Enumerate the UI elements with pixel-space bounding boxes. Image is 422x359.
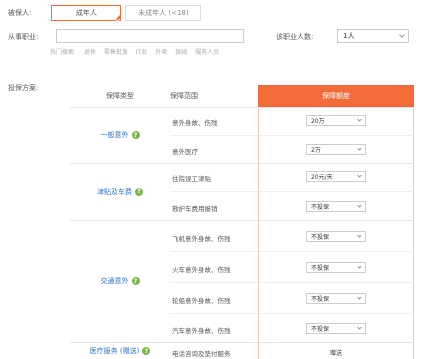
plan-label: 投保方案: [8,84,39,92]
amount-select[interactable]: 不投保 [306,201,366,212]
chevron-down-icon [357,325,362,330]
hot-search: 热门搜索: 退休 零售批发 IT业 外卖 保姆 服务人员 [50,47,225,56]
amount-select[interactable]: 2万 [306,144,366,155]
amount-value: 不投保 [311,326,330,333]
amount-select[interactable]: 20万 [306,115,366,126]
divider [170,251,414,252]
amount-value: 不投保 [311,265,330,272]
hot-item[interactable]: 退休 [84,49,96,56]
chevron-down-icon [357,117,362,122]
scope-item: 火车意外身故、伤残 [172,266,231,274]
insured-label: 被保人: [8,9,32,17]
amount-value: 不投保 [311,296,330,303]
header-amount: 保障额度 [258,85,414,107]
divider [170,191,414,192]
hot-item[interactable]: 服务人员 [195,49,219,56]
header-scope: 保障范围 [170,92,198,100]
chevron-down-icon [357,233,362,238]
plan-table: 保障类型 保障范围 保障额度 一般意外 ? 津贴及车费 ? 交通意外 ? 医疗服… [70,85,414,359]
divider [70,342,414,343]
amount-value: 不投保 [311,234,330,241]
divider [170,135,414,136]
amount-value: 不投保 [311,204,330,211]
hot-item[interactable]: 零售批发 [104,49,128,56]
chevron-down-icon [357,295,362,300]
amount-select[interactable]: 不投保 [306,293,366,304]
employee-count-label: 该职业人数: [276,33,314,41]
amount-select[interactable]: 不投保 [306,231,366,242]
chevron-down-icon [357,264,362,269]
amount-value: 20万 [311,118,325,125]
scope-item: 救护车费用报销 [172,205,218,213]
scope-item: 电话咨询及垫付服务 [172,350,231,358]
scope-item: 汽车意外身故、伤残 [172,327,231,335]
option-adult[interactable]: 成年人 [51,5,122,22]
amount-select[interactable]: 不投保 [306,323,366,334]
option-minor[interactable]: 未成年人 (<18) [125,5,202,21]
header-type: 保障类型 [106,92,134,100]
chevron-down-icon [357,146,362,151]
category-label[interactable]: 一般意外 [101,130,129,140]
scope-item: 住院误工津贴 [172,175,211,183]
amount-value: 2万 [311,147,321,154]
category-general-accident: 一般意外 ? [70,107,170,163]
category-label[interactable]: 医疗服务 (赠送) [90,346,140,356]
help-icon[interactable]: ? [131,131,140,139]
category-medical-service: 医疗服务 (赠送) ? [70,344,170,358]
scope-item: 意外身故、伤残 [172,119,218,127]
help-icon[interactable]: ? [135,187,143,196]
category-label[interactable]: 津贴及车费 [97,187,132,197]
category-label[interactable]: 交通意外 [101,276,129,286]
option-minor-label: 未成年人 (<18) [138,9,189,17]
scope-item: 意外医疗 [172,148,198,156]
help-icon[interactable]: ? [131,277,140,285]
occupation-input[interactable] [56,29,244,43]
hot-item[interactable]: IT业 [136,49,147,56]
divider [170,282,414,283]
insured-row: 被保人: 成年人 未成年人 (<18) [8,4,202,22]
amount-value: 20元/天 [311,174,333,181]
category-traffic-accident: 交通意外 ? [70,220,170,342]
scope-item: 飞机意外身故、伤残 [172,235,231,243]
amount-select[interactable]: 不投保 [306,262,366,273]
divider [170,313,414,314]
check-icon [115,17,121,22]
chevron-down-icon [357,203,362,208]
scope-item: 轮船意外身故、伤残 [172,297,231,305]
category-allowance: 津贴及车费 ? [70,163,170,220]
hot-item[interactable]: 外卖 [155,49,167,56]
chevron-down-icon [399,32,405,38]
occupation-row: 从事职业: 该职业人数: 1人 [8,29,418,43]
option-adult-label: 成年人 [75,9,97,17]
occupation-label: 从事职业: [8,33,39,41]
amount-select[interactable]: 20元/天 [306,171,366,182]
hot-item[interactable]: 保姆 [175,49,187,56]
employee-count-select[interactable]: 1人 [337,29,409,43]
hot-search-label: 热门搜索: [50,49,77,56]
chevron-down-icon [357,173,362,178]
employee-count-value: 1人 [343,32,355,40]
help-icon[interactable]: ? [142,347,151,355]
amount-value: 赠送 [329,350,342,357]
